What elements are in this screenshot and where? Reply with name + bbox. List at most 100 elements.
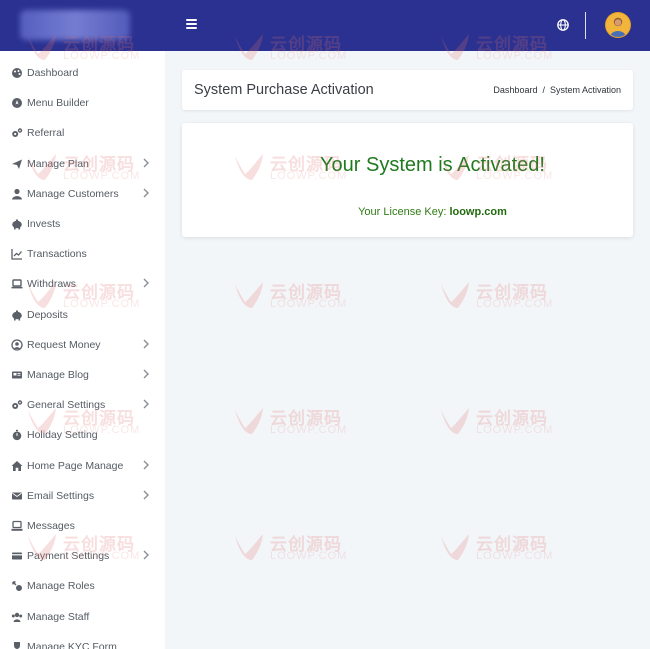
watermark-en: LOOWP.COM	[476, 50, 554, 62]
watermark: 云创源码 LOOWP.COM	[438, 278, 558, 314]
sidebar-item-manage-blog[interactable]: Manage Blog	[0, 361, 165, 389]
sidebar-item-label: Manage Roles	[27, 580, 95, 593]
sidebar-item-label: Manage KYC Form	[27, 640, 117, 649]
watermark-cn: 云创源码	[476, 283, 548, 302]
watermark-logo-icon	[235, 408, 263, 434]
sidebar-item-transactions[interactable]: Transactions	[0, 240, 165, 268]
watermark-en: LOOWP.COM	[270, 424, 348, 436]
page-header-card: System Purchase Activation Dashboard / Sys…	[182, 70, 633, 110]
sidebar-item-label: Payment Settings	[27, 550, 110, 563]
watermark-logo-icon	[235, 282, 263, 308]
user-icon	[12, 188, 22, 200]
envelope-icon	[12, 492, 22, 500]
sidebar-item-label: Withdraws	[27, 278, 77, 291]
activation-card: Your System is Activated! Your License K…	[182, 123, 633, 237]
key-icon	[12, 581, 22, 592]
page-title: System Purchase Activation	[194, 82, 374, 98]
sidebar-item-withdraws[interactable]: Withdraws	[0, 270, 165, 298]
sidebar-item-label: Manage Plan	[27, 157, 89, 170]
watermark-cn: 云创源码	[270, 283, 342, 302]
sidebar-item-label: Referral	[27, 127, 65, 140]
watermark: 云创源码 LOOWP.COM	[232, 278, 352, 314]
watermark-cn: 云创源码	[270, 535, 342, 554]
users-icon	[11, 612, 23, 622]
watermark-en: LOOWP.COM	[476, 550, 554, 562]
credit-card-icon	[12, 552, 22, 560]
license-key-line: Your License Key: loowp.com	[182, 206, 633, 218]
watermark-cn: 云创源码	[476, 535, 548, 554]
sidebar-item-label: Manage Staff	[27, 610, 90, 623]
license-value: loowp.com	[449, 206, 507, 218]
breadcrumb: Dashboard / System Activation	[493, 85, 621, 95]
chevron-right-icon[interactable]	[142, 187, 150, 199]
sidebar-item-manage-kyc-form[interactable]: Manage KYC Form	[0, 633, 165, 649]
sidebar-item-email-settings[interactable]: Email Settings	[0, 482, 165, 510]
trophy-icon	[14, 641, 20, 649]
sidebar-item-label: Manage Blog	[27, 369, 89, 381]
watermark: 云创源码 LOOWP.COM	[232, 530, 352, 566]
send-icon	[12, 159, 22, 169]
sidebar-item-label: Transactions	[27, 248, 87, 261]
sidebar-item-label: Holiday Setting	[27, 429, 98, 442]
watermark-cn: 云创源码	[476, 409, 548, 428]
watermark-logo-icon	[235, 534, 263, 560]
breadcrumb-separator: /	[542, 85, 545, 95]
piggy-bank-icon	[12, 310, 22, 321]
sidebar-item-home-page-manage[interactable]: Home Page Manage	[0, 452, 165, 480]
cogs-icon	[12, 400, 23, 410]
watermark-en: LOOWP.COM	[270, 550, 348, 562]
sidebar-item-label: Request Money	[27, 338, 101, 351]
sidebar-item-manage-staff[interactable]: Manage Staff	[0, 603, 165, 631]
hamburger-icon[interactable]	[186, 16, 200, 34]
sidebar-item-label: Messages	[27, 520, 75, 532]
license-label: Your License Key:	[358, 206, 447, 218]
sidebar-item-manage-roles[interactable]: Manage Roles	[0, 572, 165, 600]
sidebar-item-manage-customers[interactable]: Manage Customers	[0, 180, 165, 208]
cogs-icon	[12, 128, 23, 138]
chevron-right-icon[interactable]	[142, 368, 150, 380]
sidebar-item-general-settings[interactable]: General Settings	[0, 391, 165, 419]
stopwatch-icon	[12, 430, 22, 441]
sidebar-item-dashboard[interactable]: Dashboard	[0, 59, 165, 87]
breadcrumb-home-link[interactable]: Dashboard	[493, 85, 537, 95]
sidebar-item-holiday-setting[interactable]: Holiday Setting	[0, 421, 165, 449]
sidebar-item-request-money[interactable]: Request Money	[0, 331, 165, 359]
brand-logo[interactable]	[20, 10, 130, 40]
watermark: 云创源码 LOOWP.COM	[438, 404, 558, 440]
top-header	[0, 0, 650, 51]
globe-icon[interactable]	[557, 19, 569, 31]
chevron-right-icon[interactable]	[142, 459, 150, 471]
chevron-right-icon[interactable]	[142, 549, 150, 561]
chevron-right-icon[interactable]	[142, 277, 150, 289]
breadcrumb-current: System Activation	[549, 85, 621, 95]
messages-icon	[11, 520, 23, 531]
sidebar-item-deposits[interactable]: Deposits	[0, 301, 165, 329]
watermark-cn: 云创源码	[270, 409, 342, 428]
watermark-en: LOOWP.COM	[270, 298, 348, 310]
chevron-right-icon[interactable]	[142, 489, 150, 501]
chart-line-icon	[11, 249, 22, 260]
user-avatar[interactable]	[606, 13, 630, 37]
sidebar-item-label: Home Page Manage	[27, 459, 124, 472]
sidebar-item-manage-plan[interactable]: Manage Plan	[0, 150, 165, 178]
sidebar-item-label: General Settings	[27, 399, 106, 412]
piggy-bank-icon	[12, 219, 22, 230]
chevron-right-icon[interactable]	[142, 157, 150, 169]
sidebar-item-label: Menu Builder	[27, 97, 89, 110]
user-circle-icon	[11, 339, 23, 351]
sidebar-item-payment-settings[interactable]: Payment Settings	[0, 542, 165, 570]
newspaper-icon	[12, 371, 22, 379]
sidebar-item-messages[interactable]: Messages	[0, 512, 165, 540]
sidebar-item-label: Email Settings	[27, 489, 95, 502]
sidebar-item-referral[interactable]: Referral	[0, 119, 165, 147]
compass-icon	[12, 98, 22, 109]
watermark-logo-icon	[441, 534, 469, 560]
sidebar-item-menu-builder[interactable]: Menu Builder	[0, 89, 165, 117]
watermark-logo-icon	[441, 282, 469, 308]
sidebar-item-label: Manage Customers	[27, 187, 119, 200]
chevron-right-icon[interactable]	[142, 338, 150, 350]
chevron-right-icon[interactable]	[142, 398, 150, 410]
sidebar-item-label: Invests	[27, 218, 61, 230]
home-icon	[11, 460, 23, 471]
sidebar-item-invests[interactable]: Invests	[0, 210, 165, 238]
